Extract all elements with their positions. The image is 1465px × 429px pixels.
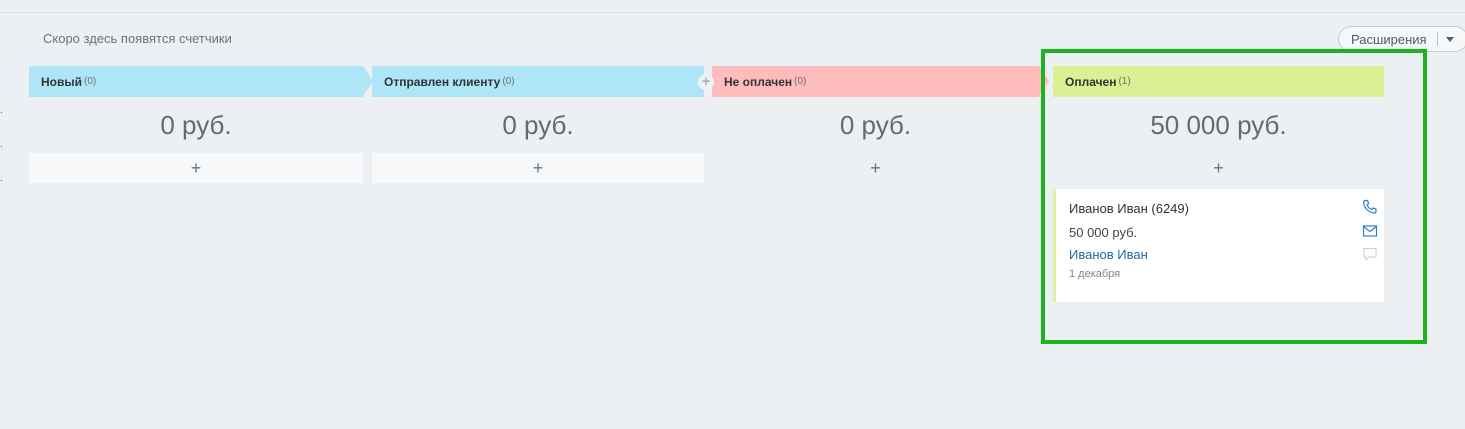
invoice-sum: 50 000 руб.	[1069, 225, 1138, 240]
column-title: Отправлен клиенту	[384, 74, 501, 89]
kanban-column-sent: Отправлен клиенту (0) + 0 руб. +	[372, 66, 714, 183]
column-header[interactable]: Отправлен клиенту (0) +	[372, 66, 714, 97]
column-title: Новый	[41, 74, 82, 89]
add-stage-button[interactable]: +	[698, 74, 714, 90]
client-link[interactable]: Иванов Иван	[1069, 247, 1148, 262]
column-count: (0)	[794, 76, 807, 87]
column-count: (1)	[1118, 76, 1131, 87]
add-invoice-button[interactable]: +	[372, 153, 704, 183]
column-title: Не оплачен	[724, 74, 793, 89]
invoice-date: 1 декабря	[1069, 268, 1121, 280]
left-dot: .	[0, 105, 3, 116]
column-header[interactable]: Не оплачен (0)	[712, 66, 1049, 97]
kanban-column-unpaid: Не оплачен (0) 0 руб. +	[712, 66, 1049, 183]
add-invoice-button[interactable]: +	[1053, 153, 1384, 183]
add-invoice-button[interactable]: +	[712, 153, 1039, 183]
kanban-column-new: Новый (0) 0 руб. +	[29, 66, 373, 183]
column-header[interactable]: Новый (0)	[29, 66, 373, 97]
column-sum: 0 руб.	[502, 110, 574, 140]
column-sum: 0 руб.	[160, 110, 232, 140]
mail-icon[interactable]	[1362, 223, 1378, 239]
extensions-button[interactable]: Расширения	[1338, 26, 1465, 52]
left-dot: .	[0, 139, 3, 150]
extensions-separator	[1436, 32, 1438, 46]
kanban-column-paid: Оплачен (1) 50 000 руб. +	[1053, 66, 1384, 183]
add-invoice-button[interactable]: +	[29, 153, 363, 183]
column-title: Оплачен	[1065, 74, 1117, 89]
phone-icon[interactable]	[1362, 199, 1378, 215]
column-sum: 0 руб.	[839, 110, 912, 140]
counters-note: Скоро здесь появятся счетчики	[43, 31, 232, 46]
extensions-button-label: Расширения	[1351, 31, 1427, 47]
column-sum: 50 000 руб.	[1150, 110, 1287, 140]
column-count: (0)	[84, 76, 97, 87]
column-header[interactable]: Оплачен (1)	[1053, 66, 1384, 97]
top-divider	[0, 12, 1465, 13]
left-dot: .	[0, 173, 3, 184]
invoice-title[interactable]: Иванов Иван (6249)	[1069, 201, 1189, 216]
invoice-card[interactable]: Иванов Иван (6249) 50 000 руб. Иванов Ив…	[1053, 189, 1384, 302]
column-count: (0)	[502, 76, 515, 87]
chevron-down-icon[interactable]	[1445, 36, 1454, 42]
chat-icon[interactable]	[1362, 246, 1378, 262]
